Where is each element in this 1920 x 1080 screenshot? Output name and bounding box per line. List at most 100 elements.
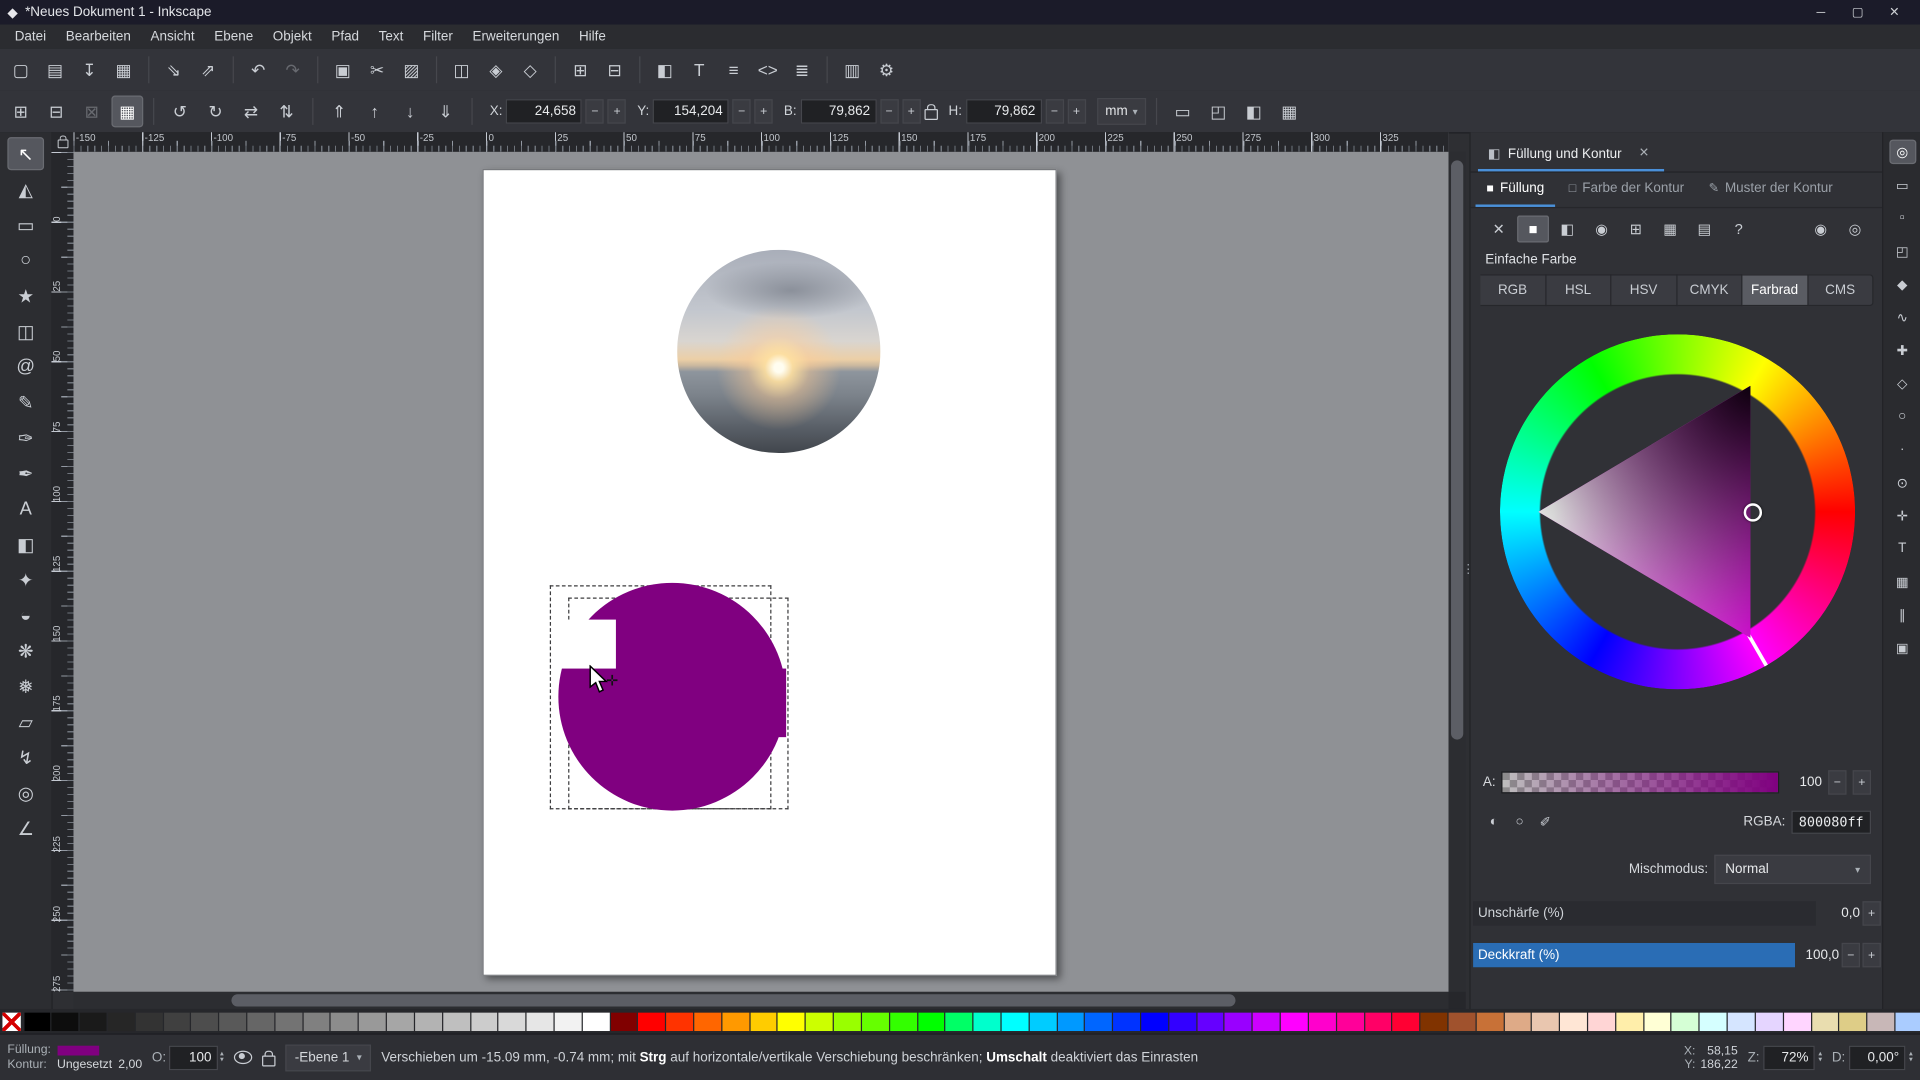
horizontal-ruler[interactable]: -150 -125 -100 -75 -50 -25 0 25 50 75 100 125 150 175… [73,132,1449,152]
palette-swatch[interactable] [1727,1012,1755,1031]
calligraphy-tool[interactable]: ✒ [7,457,44,490]
dock-resize-handle[interactable]: ⋮ [1462,551,1474,588]
opacity-slider[interactable]: Deckkraft (%) [1473,942,1796,968]
lower[interactable]: ↓ [394,96,426,128]
canvas-viewport[interactable]: ✛ [73,151,1449,992]
fill-swatch[interactable]: ▤ [1689,216,1721,243]
palette-swatch[interactable] [1085,1012,1113,1031]
clone[interactable]: ◈ [480,54,512,86]
palette-swatch[interactable] [1141,1012,1168,1031]
snap-page-border[interactable]: ▣ [1889,636,1916,660]
palette-swatch[interactable] [247,1012,275,1031]
palette-swatch[interactable] [861,1012,889,1031]
palette-swatch[interactable] [806,1012,833,1031]
blur-increment-button[interactable]: + [1862,901,1881,926]
y-decrement-button[interactable]: − [732,99,751,124]
stroke-width-value[interactable]: 2,00 [118,1058,142,1071]
height-increment-button[interactable]: + [1067,99,1086,124]
star-tool[interactable]: ★ [7,279,44,312]
palette-swatch[interactable] [1811,1012,1839,1031]
alpha-slider[interactable] [1501,771,1780,794]
export[interactable]: ⇗ [192,54,224,86]
dock-title-tab[interactable]: ◧ Füllung und Kontur ✕ [1477,140,1664,172]
palette-swatch[interactable] [1420,1012,1448,1031]
palette-swatch[interactable] [582,1012,610,1031]
width-field[interactable]: 79,862 [800,99,877,124]
snap-path-intersections[interactable]: ✚ [1889,338,1916,362]
alpha-increment-button[interactable]: + [1852,770,1872,795]
palette-swatch[interactable] [889,1012,917,1031]
close-icon[interactable]: ✕ [1634,144,1654,162]
spinner-arrows-icon[interactable]: ▴ ▾ [220,1050,224,1063]
mode-cmyk[interactable]: CMYK [1676,274,1743,307]
mode-cms[interactable]: CMS [1807,274,1874,307]
text-tool[interactable]: A [7,492,44,525]
mode-farbrad[interactable]: Farbrad [1742,274,1808,307]
align-distribute-dialog[interactable]: ≡ [718,54,750,86]
save-document[interactable]: ↧ [73,54,105,86]
palette-swatch[interactable] [1476,1012,1504,1031]
fill-linear-gradient[interactable]: ◧ [1551,216,1583,243]
guides-lock-toggle[interactable] [57,135,68,149]
raise-to-top[interactable]: ⇑ [323,96,355,128]
fill-mesh-gradient[interactable]: ⊞ [1620,216,1652,243]
eraser-tool[interactable]: ▱ [7,705,44,738]
copy[interactable]: ▣ [327,54,359,86]
paste[interactable]: ▨ [396,54,428,86]
mode-hsl[interactable]: HSL [1545,274,1612,307]
palette-swatch[interactable] [135,1012,163,1031]
snap-bbox-corners[interactable]: ◰ [1889,239,1916,263]
fill-unknown[interactable]: ? [1723,216,1755,243]
palette-swatch[interactable] [1532,1012,1560,1031]
mode-rgb[interactable]: RGB [1480,274,1546,307]
mode-hsv[interactable]: HSV [1611,274,1677,307]
fill-radial-gradient[interactable]: ◉ [1586,216,1618,243]
width-decrement-button[interactable]: − [879,99,899,124]
palette-swatch[interactable] [498,1012,526,1031]
pick-color-button[interactable]: ✐ [1534,811,1556,833]
gradient-tool[interactable]: ◧ [7,528,44,561]
zoom-tool[interactable]: ◎ [7,776,44,809]
x-increment-button[interactable]: + [607,99,627,124]
palette-swatch[interactable] [51,1012,79,1031]
palette-swatch[interactable] [1225,1012,1252,1031]
menu-bearbeiten[interactable]: Bearbeiten [56,27,141,47]
sunset-photo-circle[interactable] [677,249,881,454]
blend-mode-select[interactable]: Normal ▾ [1714,854,1872,885]
y-field[interactable]: 154,204 [652,99,729,124]
snap-midpoints[interactable]: ∙ [1889,437,1916,461]
menu-pfad[interactable]: Pfad [322,27,369,47]
color-wheel[interactable] [1499,334,1855,690]
new-document[interactable]: ▢ [5,54,37,86]
palette-swatch[interactable] [1392,1012,1420,1031]
rotation-field[interactable]: 0,00° [1848,1045,1906,1070]
snap-guides[interactable]: ∥ [1889,602,1916,626]
palette-swatch[interactable] [275,1012,302,1031]
palette-swatch[interactable] [1588,1012,1615,1031]
palette-swatch[interactable] [107,1012,135,1031]
palette-swatch[interactable] [1448,1012,1476,1031]
menu-text[interactable]: Text [369,27,413,47]
palette-swatch[interactable] [1308,1012,1336,1031]
snap-rotation-centers[interactable]: ✛ [1889,503,1916,527]
palette-swatch[interactable] [526,1012,554,1031]
palette-swatch[interactable] [387,1012,414,1031]
palette-swatch[interactable] [945,1012,973,1031]
layers-dialog[interactable]: ≣ [786,54,818,86]
palette-swatch[interactable] [442,1012,470,1031]
palette-swatch[interactable] [666,1012,694,1031]
palette-swatch[interactable] [1280,1012,1308,1031]
palette-swatch[interactable] [1839,1012,1867,1031]
scale-stroke-toggle[interactable]: ▭ [1167,96,1199,128]
palette-swatch[interactable] [303,1012,330,1031]
tab-muster-der-kontur[interactable]: ✎ Muster der Kontur [1698,173,1844,207]
palette-swatch[interactable] [414,1012,442,1031]
paint-bucket-tool[interactable]: ◒ [7,599,44,632]
palette-swatch[interactable] [833,1012,861,1031]
palette-swatch[interactable] [1755,1012,1783,1031]
tab-farbe-der-kontur[interactable]: □ Farbe der Kontur [1558,173,1695,207]
x-field[interactable]: 24,658 [506,99,583,124]
palette-swatch[interactable] [1057,1012,1085,1031]
palette-swatch[interactable] [470,1012,498,1031]
rectangle-tool[interactable]: ▭ [7,208,44,241]
